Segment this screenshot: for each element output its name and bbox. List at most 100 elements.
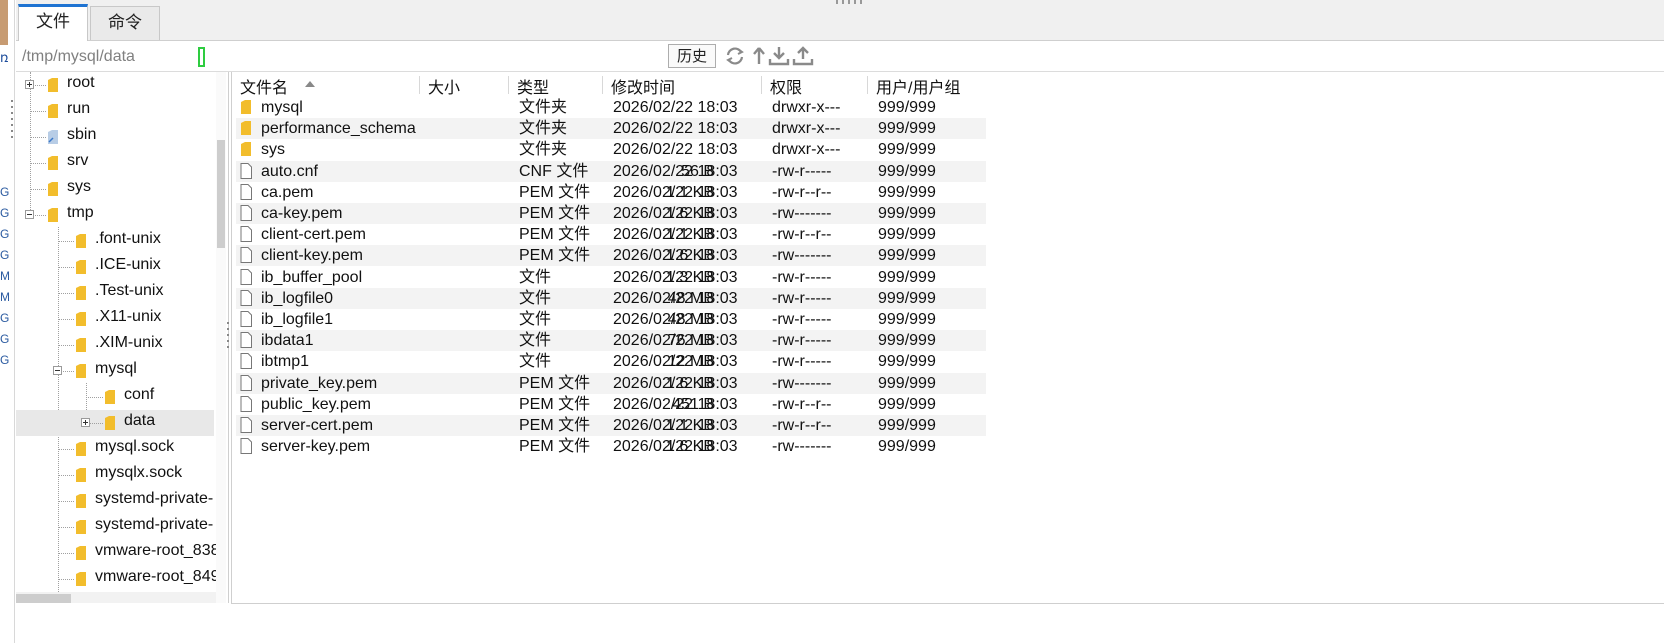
left-pane-splitter[interactable]	[11, 100, 13, 140]
file-name-cell: server-cert.pem	[261, 417, 374, 434]
tree-item[interactable]: mysql	[16, 358, 214, 384]
column-header-size[interactable]: 大小	[428, 74, 460, 97]
file-name-cell: auto.cnf	[261, 162, 318, 180]
file-row[interactable]: private_key.pem 1.6 KB PEM 文件 2026/02/22 18…	[236, 372, 986, 394]
column-header-owner[interactable]: 用户/用户组	[876, 74, 960, 97]
refresh-icon[interactable]	[724, 45, 746, 67]
tree-connector-line	[58, 319, 74, 320]
file-row[interactable]: client-key.pem 1.6 KB PEM 文件 2026/02/22 18:…	[236, 245, 986, 267]
file-permissions-cell: -rw-r-----	[772, 311, 832, 328]
text-cursor	[198, 47, 205, 67]
left-pane-row-fragment: G	[0, 227, 10, 241]
expand-icon[interactable]	[25, 80, 34, 89]
tree-item-label: tmp	[67, 204, 94, 221]
file-type-cell: PEM 文件	[519, 417, 591, 434]
column-divider[interactable]	[867, 76, 868, 94]
tree-item[interactable]: tmp	[16, 202, 214, 228]
collapse-icon[interactable]	[53, 366, 62, 375]
tree-item-label: srv	[67, 152, 89, 169]
tree-item[interactable]: mysqlx.sock	[16, 462, 214, 488]
file-owner-cell: 999/999	[878, 205, 936, 222]
tree-item-label: .ICE-unix	[95, 256, 161, 273]
folder-icon	[48, 104, 58, 118]
file-type-cell: 文件	[519, 353, 552, 371]
file-type-cell: 文件	[519, 289, 552, 307]
tree-item[interactable]: srv	[16, 150, 214, 176]
upload-icon[interactable]	[792, 45, 814, 67]
tree-item[interactable]: sbin	[16, 124, 214, 150]
tree-item[interactable]: systemd-private-	[16, 488, 214, 514]
column-header-permissions[interactable]: 权限	[770, 74, 802, 97]
tab-files[interactable]: 文件	[18, 4, 88, 41]
tree-item[interactable]: .Test-unix	[16, 280, 214, 306]
collapse-icon[interactable]	[25, 210, 34, 219]
file-name-cell: ca-key.pem	[261, 205, 343, 222]
file-row[interactable]: ca-key.pem 1.6 KB PEM 文件 2026/02/22 18:03 -r…	[236, 203, 986, 224]
tree-item[interactable]: systemd-private-	[16, 514, 214, 540]
file-row[interactable]: ibtmp1 12 MB 文件 2026/02/22 18:03 -rw-r----- 9…	[236, 351, 986, 372]
column-header-name[interactable]: 文件名	[240, 74, 315, 97]
column-header-type[interactable]: 类型	[517, 74, 549, 97]
file-row[interactable]: server-key.pem 1.6 KB PEM 文件 2026/02/22 18:…	[236, 436, 986, 457]
expand-icon[interactable]	[81, 418, 90, 427]
tree-item[interactable]: .ICE-unix	[16, 254, 214, 280]
left-pane-row-fragment: G	[0, 248, 10, 262]
file-modified-cell: 2026/02/22 18:03	[613, 417, 738, 434]
file-row[interactable]: ib_buffer_pool 1.3 KB 文件 2026/02/22 18:03 -r…	[236, 267, 986, 288]
tree-item[interactable]: vmware-root_849	[16, 566, 220, 592]
directory-tree[interactable]: root run sbin srv sys tmp .font-unix .ICE-unix.…	[16, 72, 229, 603]
column-divider[interactable]	[419, 76, 420, 94]
file-type-cell: 文件夹	[519, 99, 568, 116]
tree-connector-line	[58, 501, 74, 502]
file-owner-cell: 999/999	[878, 395, 936, 413]
tree-item[interactable]: vmware-root_838	[16, 540, 220, 566]
tree-item[interactable]: .font-unix	[16, 228, 214, 254]
tree-item-label: data	[124, 412, 156, 429]
file-row[interactable]: sys 文件夹 2026/02/22 18:03 drwxr-x--- 999/999	[236, 139, 986, 160]
column-divider[interactable]	[508, 76, 509, 94]
file-owner-cell: 999/999	[878, 183, 936, 201]
column-header-modified[interactable]: 修改时间	[611, 74, 675, 97]
tab-bar: 文件 命令	[16, 0, 1664, 41]
tree-item[interactable]: data	[16, 410, 214, 436]
tab-commands[interactable]: 命令	[90, 6, 160, 40]
tree-item[interactable]: conf	[16, 384, 214, 410]
tree-item[interactable]: .X11-unix	[16, 306, 214, 332]
pane-splitter[interactable]	[227, 322, 229, 352]
tree-item-label: .XIM-unix	[95, 334, 163, 351]
file-owner-cell: 999/999	[878, 162, 936, 180]
file-row[interactable]: ca.pem 1.1 KB PEM 文件 2026/02/22 18:03 -rw-r-…	[236, 182, 986, 203]
tree-item[interactable]: run	[16, 98, 214, 124]
file-row[interactable]: ib_logfile1 48 MB 文件 2026/02/22 18:03 -rw-r-…	[236, 309, 986, 330]
file-row[interactable]: auto.cnf 56 B CNF 文件 2026/02/22 18:03 -rw-r-…	[236, 160, 986, 182]
file-row[interactable]: performance_schema 文件夹 2026/02/22 18:03 drw…	[236, 118, 986, 140]
up-folder-icon[interactable]	[748, 45, 770, 67]
tree-item[interactable]: sys	[16, 176, 214, 202]
file-row[interactable]: public_key.pem 451 B PEM 文件 2026/02/22 18:0…	[236, 394, 986, 415]
path-input[interactable]	[20, 44, 204, 70]
file-row[interactable]: mysql 文件夹 2026/02/22 18:03 drwxr-x--- 999/99…	[236, 97, 986, 118]
file-permissions-cell: -rw-------	[772, 374, 832, 392]
column-divider[interactable]	[761, 76, 762, 94]
download-icon[interactable]	[768, 45, 790, 67]
tree-horizontal-scrollbar-thumb[interactable]	[16, 594, 71, 603]
tree-item[interactable]: .XIM-unix	[16, 332, 214, 358]
file-row[interactable]: ibdata1 76 MB 文件 2026/02/22 18:03 -rw-r-----…	[236, 330, 986, 352]
tree-scrollbar-thumb[interactable]	[217, 140, 225, 248]
file-modified-cell: 2026/02/22 18:03	[613, 226, 738, 244]
tree-item-label: sys	[67, 178, 91, 195]
tree-item[interactable]: root	[16, 72, 214, 98]
file-row[interactable]: server-cert.pem 1.1 KB PEM 文件 2026/02/22 18…	[236, 415, 986, 436]
history-button[interactable]: 历史	[668, 44, 716, 68]
path-bar: 历史	[16, 41, 1664, 72]
file-icon	[240, 438, 252, 455]
column-divider[interactable]	[602, 76, 603, 94]
file-row[interactable]: client-cert.pem 1.1 KB PEM 文件 2026/02/22 18…	[236, 224, 986, 245]
file-list[interactable]: 文件名 大小 类型 修改时间 权限 用户/用户组 mysql 文件夹 2026/02…	[231, 72, 1664, 604]
tree-item[interactable]: mysql.sock	[16, 436, 214, 462]
file-modified-cell: 2026/02/22 18:03	[613, 268, 738, 286]
drag-grip[interactable]	[836, 0, 866, 4]
file-icon	[240, 332, 252, 349]
sort-ascending-icon	[305, 81, 315, 87]
file-row[interactable]: ib_logfile0 48 MB 文件 2026/02/22 18:03 -rw-r-…	[236, 287, 986, 309]
